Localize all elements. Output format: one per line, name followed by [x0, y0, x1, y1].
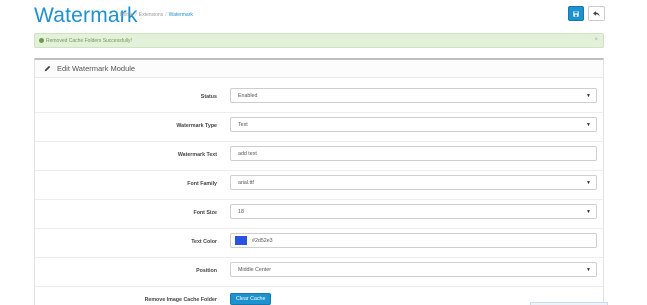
color-swatch[interactable]	[235, 236, 247, 245]
panel-heading: Edit Watermark Module	[35, 60, 603, 78]
font-family-label: Font Family	[187, 181, 217, 187]
close-icon[interactable]: ×	[594, 37, 598, 43]
breadcrumb-extensions[interactable]: Extensions	[139, 12, 163, 18]
text-color-input[interactable]: #2d52e3	[230, 233, 597, 248]
font-size-value: 18	[238, 208, 244, 215]
save-button[interactable]	[568, 6, 584, 21]
form-row-font-size: Font Size 18 ▼	[35, 200, 603, 229]
edit-panel: Edit Watermark Module Status Enabled ▼ W…	[34, 58, 604, 305]
font-size-label: Font Size	[193, 210, 217, 216]
save-icon	[573, 10, 579, 17]
pencil-icon	[44, 65, 51, 72]
check-circle-icon	[39, 38, 44, 43]
form-row-position: Position Middle Center ▼	[35, 258, 603, 287]
clear-cache-button[interactable]: Clear Cache	[230, 293, 272, 305]
watermark-text-label: Watermark Text	[177, 152, 217, 158]
form-row-text-color: Text Color #2d52e3	[35, 229, 603, 258]
watermark-type-value: Text	[238, 121, 248, 128]
breadcrumb-home[interactable]: Home	[120, 12, 133, 18]
watermark-type-select[interactable]: Text ▼	[230, 117, 597, 132]
caret-down-icon: ▼	[586, 209, 591, 215]
remove-cache-label: Remove Image Cache Folder	[144, 297, 217, 303]
position-label: Position	[196, 268, 217, 274]
form-row-status: Status Enabled ▼	[35, 84, 603, 113]
form-row-watermark-text: Watermark Text add text	[35, 142, 603, 171]
position-value: Middle Center	[238, 266, 271, 273]
breadcrumb-separator: /	[135, 12, 137, 18]
back-button[interactable]	[588, 6, 605, 21]
watermark-text-input[interactable]: add text	[230, 146, 597, 161]
position-select[interactable]: Middle Center ▼	[230, 262, 597, 277]
font-family-select[interactable]: arial.ttf ▼	[230, 175, 597, 190]
status-label: Status	[200, 94, 217, 100]
page: Watermark Home / Extensions / Watermark Remo…	[0, 0, 647, 305]
form-row-font-family: Font Family arial.ttf ▼	[35, 171, 603, 200]
form-row-remove-cache: Remove Image Cache Folder Clear Cache	[35, 287, 603, 305]
watermark-type-label: Watermark Type	[176, 123, 217, 129]
font-size-select[interactable]: 18 ▼	[230, 204, 597, 219]
success-alert: Removed Cache Folders Successfully! ×	[34, 33, 604, 48]
text-color-label: Text Color	[191, 239, 217, 245]
breadcrumb-separator: /	[165, 12, 167, 18]
status-value: Enabled	[238, 92, 258, 99]
caret-down-icon: ▼	[586, 180, 591, 186]
alert-message: Removed Cache Folders Successfully!	[46, 37, 132, 44]
caret-down-icon: ▼	[586, 267, 591, 273]
breadcrumb: Home / Extensions / Watermark	[120, 12, 193, 18]
form-row-watermark-type: Watermark Type Text ▼	[35, 113, 603, 142]
status-select[interactable]: Enabled ▼	[230, 88, 597, 103]
breadcrumb-watermark[interactable]: Watermark	[169, 12, 193, 18]
text-color-value: #2d52e3	[252, 237, 273, 244]
panel-title: Edit Watermark Module	[57, 64, 136, 73]
watermark-text-value: add text	[238, 150, 257, 157]
font-family-value: arial.ttf	[238, 179, 254, 186]
caret-down-icon: ▼	[586, 122, 591, 128]
caret-down-icon: ▼	[586, 93, 591, 99]
back-arrow-icon	[593, 10, 600, 17]
